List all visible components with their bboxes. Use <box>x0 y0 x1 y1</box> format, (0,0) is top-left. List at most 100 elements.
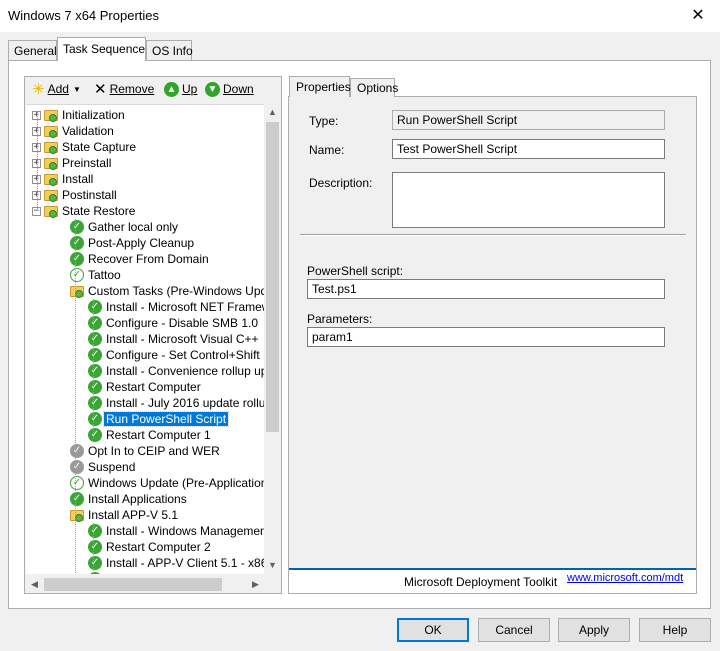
disabled-step-icon: ✓ <box>70 460 84 474</box>
tree-item[interactable]: ✓ Recover From Domain <box>70 251 211 267</box>
folder-icon <box>44 125 58 138</box>
tree-item[interactable]: ✓ Restart Computer 2 <box>88 539 213 555</box>
check-icon: ✓ <box>88 396 102 410</box>
scroll-left-icon[interactable]: ◀ <box>26 576 43 593</box>
scroll-down-icon[interactable]: ▼ <box>264 557 281 574</box>
folder-icon <box>44 157 58 170</box>
tree-item-label: Validation <box>62 124 114 138</box>
tree-item[interactable]: + Postinstall <box>32 187 119 203</box>
tree-item[interactable]: ✓ Suspend <box>70 459 137 475</box>
tab-task-sequence[interactable]: Task Sequence <box>57 37 146 61</box>
tab-os-info[interactable]: OS Info <box>146 40 193 60</box>
tree-item-label: Restart Computer 3 <box>104 572 213 574</box>
remove-label: Remove <box>109 82 155 96</box>
tree-guide-line <box>37 111 38 211</box>
check-icon: ✓ <box>88 348 102 362</box>
tree-item[interactable]: ✓ Restart Computer 1 <box>88 427 213 443</box>
up-button[interactable]: ▲ Up <box>164 80 197 98</box>
tree-item[interactable]: + Validation <box>32 123 116 139</box>
tree-item[interactable]: Install APP-V 5.1 <box>70 507 180 523</box>
powershell-script-input[interactable]: Test.ps1 <box>307 279 665 299</box>
apply-button[interactable]: Apply <box>558 618 630 642</box>
tree-item-label: Windows Update (Pre-Application Inst <box>88 476 264 490</box>
tree-item-label: Gather local only <box>88 220 179 234</box>
tree-item[interactable]: ✓ Install - APP-V Client 5.1 - x86-x64 <box>88 555 264 571</box>
remove-x-icon: ✕ <box>94 81 107 98</box>
tree-item-label: Initialization <box>62 108 125 122</box>
check-icon: ✓ <box>88 540 102 554</box>
tree-item-label: Recover From Domain <box>88 252 209 266</box>
tree-item[interactable]: ✓ Install - July 2016 update rollup for <box>88 395 264 411</box>
scroll-up-icon[interactable]: ▲ <box>264 104 281 121</box>
tree-item-label: Install <box>62 172 94 186</box>
description-label: Description: <box>309 176 373 190</box>
check-icon: ✓ <box>88 556 102 570</box>
task-sequence-tree[interactable]: + Initialization + Validation + State Capture… <box>26 104 264 574</box>
tree-item[interactable]: ✓ Tattoo <box>70 267 123 283</box>
tree-item[interactable]: ✓ Configure - Disable SMB 1.0 <box>88 315 260 331</box>
tree-item[interactable]: + Install <box>32 171 95 187</box>
folder-icon <box>70 285 84 298</box>
add-button[interactable]: ✳ Add ▼ <box>32 80 81 98</box>
check-icon: ✓ <box>88 524 102 538</box>
tree-item[interactable]: ✓ Install Applications <box>70 491 189 507</box>
check-icon: ✓ <box>88 428 102 442</box>
tab-options[interactable]: Options <box>350 78 398 97</box>
up-arrow-icon: ▲ <box>164 81 179 97</box>
tree-item[interactable]: ✓ Restart Computer <box>88 379 203 395</box>
tree-item[interactable]: + State Capture <box>32 139 138 155</box>
tree-item-label: State Restore <box>62 204 136 218</box>
tree-item[interactable]: + Preinstall <box>32 155 113 171</box>
tab-general[interactable]: General <box>8 40 57 60</box>
help-button[interactable]: Help <box>639 618 711 642</box>
tree-item[interactable]: ✓ Install - Microsoft NET Framework <box>88 299 264 315</box>
parameters-input[interactable]: param1 <box>307 327 665 347</box>
down-button[interactable]: ▼ Down <box>205 80 254 98</box>
down-arrow-icon: ▼ <box>205 81 220 97</box>
tree-item[interactable]: ✓Restart Computer 3 <box>88 571 213 574</box>
mdt-link[interactable]: www.microsoft.com/mdt <box>567 572 683 584</box>
mdt-footer: Microsoft Deployment Toolkit www.microso… <box>289 568 696 593</box>
tree-item[interactable]: + Initialization <box>32 107 127 123</box>
tree-item[interactable]: ✓ Install - Windows Management Fra <box>88 523 264 539</box>
ok-button[interactable]: OK <box>397 618 469 642</box>
name-input[interactable]: Test PowerShell Script <box>392 139 665 159</box>
type-label: Type: <box>309 114 339 128</box>
folder-icon <box>44 189 58 202</box>
tree-item[interactable]: ✓ Windows Update (Pre-Application Inst <box>70 475 264 491</box>
tree-item[interactable]: ✓ Run PowerShell Script <box>88 411 230 427</box>
tree-item-label: Install - Convenience rollup update <box>106 364 264 378</box>
title-bar: Windows 7 x64 Properties ✕ <box>0 0 720 32</box>
tree-vertical-scrollbar[interactable]: ▲ ▼ <box>264 104 281 574</box>
remove-button[interactable]: ✕ Remove <box>94 80 154 98</box>
tree-item[interactable]: ✓ Post-Apply Cleanup <box>70 235 196 251</box>
tree-item[interactable]: ✓ Install - Convenience rollup update <box>88 363 264 379</box>
check-icon: ✓ <box>88 412 102 426</box>
description-input[interactable] <box>392 172 665 228</box>
tree-item[interactable]: ✓ Gather local only <box>70 219 180 235</box>
tree-item-label: Install - Microsoft Visual C++ <box>106 332 259 346</box>
parameters-label: Parameters: <box>307 312 373 326</box>
down-label: Down <box>223 82 254 96</box>
tree-item[interactable]: − State Restore <box>32 203 137 219</box>
scrollbar-thumb[interactable] <box>266 122 279 432</box>
cancel-button[interactable]: Cancel <box>478 618 550 642</box>
tree-item-label: Configure - Set Control+Shift Keyb <box>106 348 264 362</box>
tree-item-label: Install - July 2016 update rollup for <box>106 396 264 410</box>
check-icon: ✓ <box>88 380 102 394</box>
close-icon[interactable]: ✕ <box>684 4 712 28</box>
tree-item[interactable]: ✓ Configure - Set Control+Shift Keyb <box>88 347 264 363</box>
tree-item[interactable]: Custom Tasks (Pre-Windows Update) <box>70 283 264 299</box>
tree-horizontal-scrollbar[interactable]: ◀ ▶ <box>26 576 264 593</box>
tab-properties[interactable]: Properties <box>289 76 351 97</box>
check-icon: ✓ <box>70 220 84 234</box>
scroll-right-icon[interactable]: ▶ <box>247 576 264 593</box>
tree-item[interactable]: ✓ Opt In to CEIP and WER <box>70 443 222 459</box>
tree-item-label: Post-Apply Cleanup <box>88 236 195 250</box>
scrollbar-thumb[interactable] <box>44 578 222 591</box>
tree-item-label: Install - Windows Management Fra <box>106 524 264 538</box>
add-star-icon: ✳ <box>32 81 45 98</box>
up-label: Up <box>182 82 198 96</box>
tree-item[interactable]: ✓ Install - Microsoft Visual C++ <box>88 331 261 347</box>
tree-guide-line <box>75 219 76 574</box>
